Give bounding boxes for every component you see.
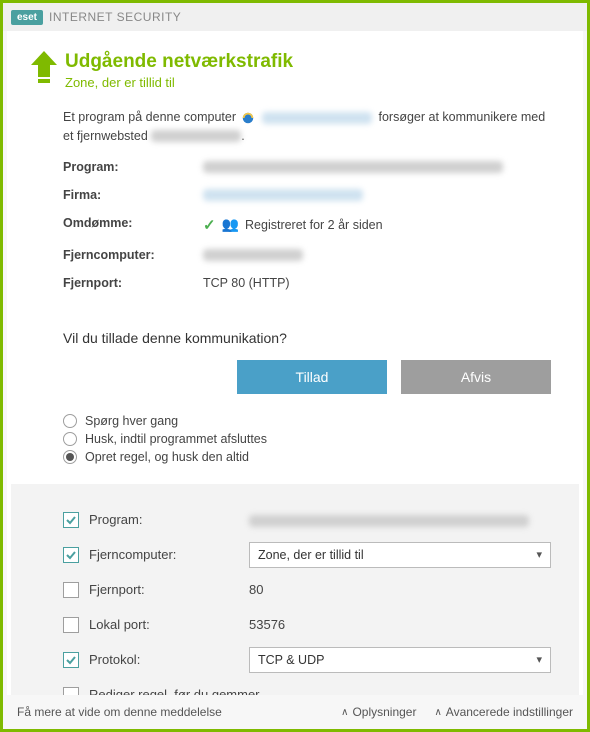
value-fjerncomputer-blurred xyxy=(203,249,303,261)
label-fjernport: Fjernport: xyxy=(63,276,203,290)
advanced-settings-toggle[interactable]: ∧ Avancerede indstillinger xyxy=(434,705,573,719)
value-program-blurred xyxy=(203,161,503,173)
rule-box: Program: Fjerncomputer: Zone, der er til… xyxy=(11,484,579,696)
row-omdomme: Omdømme: ✓ 👥 Registreret for 2 år siden xyxy=(63,216,551,234)
checkbox-fjerncomputer[interactable] xyxy=(63,547,79,563)
intro-pre: Et program på denne computer xyxy=(63,110,236,124)
radio-create-rule[interactable]: Opret regel, og husk den altid xyxy=(63,450,551,464)
select-fjerncomputer[interactable]: Zone, der er tillid til ▾ xyxy=(249,542,551,568)
titlebar: eset INTERNET SECURITY xyxy=(3,3,587,31)
row-fjerncomputer: Fjerncomputer: xyxy=(63,248,551,262)
radio-icon xyxy=(63,432,77,446)
rule-row-lokalport: Lokal port: 53576 xyxy=(63,612,551,638)
label-firma: Firma: xyxy=(63,188,203,202)
select-value: Zone, der er tillid til xyxy=(258,548,364,562)
radio-icon xyxy=(63,414,77,428)
rule-row-protokol: Protokol: TCP & UDP ▾ xyxy=(63,647,551,673)
dialog-subtitle: Zone, der er tillid til xyxy=(65,75,293,90)
rule-label: Lokal port: xyxy=(89,617,249,632)
rule-value: 53576 xyxy=(249,617,551,632)
program-name-blurred xyxy=(262,112,372,124)
checkbox-fjernport[interactable] xyxy=(63,582,79,598)
radio-label: Husk, indtil programmet afsluttes xyxy=(85,432,267,446)
rule-label: Fjerncomputer: xyxy=(89,547,249,562)
value-fjernport: TCP 80 (HTTP) xyxy=(203,276,551,290)
product-name: INTERNET SECURITY xyxy=(49,10,181,24)
rule-row-program: Program: xyxy=(63,507,551,533)
label-omdomme: Omdømme: xyxy=(63,216,203,234)
row-program: Program: xyxy=(63,160,551,174)
rule-row-fjerncomputer: Fjerncomputer: Zone, der er tillid til ▾ xyxy=(63,542,551,568)
checkbox-protokol[interactable] xyxy=(63,652,79,668)
deny-button[interactable]: Afvis xyxy=(401,360,551,394)
check-icon: ✓ xyxy=(203,216,216,234)
chevron-down-icon: ▾ xyxy=(536,653,542,666)
remember-options: Spørg hver gang Husk, indtil programmet … xyxy=(7,410,583,484)
advanced-label: Avancerede indstillinger xyxy=(446,705,573,719)
rule-label: Fjernport: xyxy=(89,582,249,597)
checkbox-lokalport[interactable] xyxy=(63,617,79,633)
select-value: TCP & UDP xyxy=(258,653,324,667)
remote-site-blurred xyxy=(151,130,241,142)
rule-value: 80 xyxy=(249,582,551,597)
select-protokol[interactable]: TCP & UDP ▾ xyxy=(249,647,551,673)
rule-row-fjernport: Fjernport: 80 xyxy=(63,577,551,603)
checkbox-edit-rule[interactable] xyxy=(63,687,79,696)
question-text: Vil du tillade denne kommunikation? xyxy=(7,312,583,360)
rule-label: Protokol: xyxy=(89,652,249,667)
rule-value-program-blurred xyxy=(249,515,529,527)
rule-row-edit: Rediger regel, før du gemmer xyxy=(63,682,551,696)
learn-more-link[interactable]: Få mere at vide om denne meddelelse xyxy=(17,705,222,719)
row-fjernport: Fjernport: TCP 80 (HTTP) xyxy=(63,276,551,290)
program-favicon xyxy=(240,111,256,125)
radio-icon xyxy=(63,450,77,464)
footer: Få mere at vide om denne meddelelse ∧ Op… xyxy=(3,695,587,729)
details-label: Oplysninger xyxy=(352,705,416,719)
outgoing-arrow-icon xyxy=(29,51,65,90)
intro-section: Et program på denne computer forsøger at… xyxy=(7,104,583,306)
radio-ask-every-time[interactable]: Spørg hver gang xyxy=(63,414,551,428)
radio-remember-until-exit[interactable]: Husk, indtil programmet afsluttes xyxy=(63,432,551,446)
dialog-header: Udgående netværkstrafik Zone, der er til… xyxy=(7,31,583,104)
rule-label: Rediger regel, før du gemmer xyxy=(89,687,260,695)
users-icon: 👥 xyxy=(222,216,239,233)
chevron-down-icon: ▾ xyxy=(536,548,542,561)
rule-label: Program: xyxy=(89,512,249,527)
label-program: Program: xyxy=(63,160,203,174)
chevron-up-icon: ∧ xyxy=(434,707,441,718)
intro-text: Et program på denne computer forsøger at… xyxy=(63,108,551,146)
allow-button[interactable]: Tillad xyxy=(237,360,387,394)
label-fjerncomputer: Fjerncomputer: xyxy=(63,248,203,262)
checkbox-program[interactable] xyxy=(63,512,79,528)
content: Udgående netværkstrafik Zone, der er til… xyxy=(7,31,583,695)
row-firma: Firma: xyxy=(63,188,551,202)
dialog-title: Udgående netværkstrafik xyxy=(65,51,293,73)
radio-label: Opret regel, og husk den altid xyxy=(85,450,249,464)
value-firma-blurred xyxy=(203,189,363,201)
details-toggle[interactable]: ∧ Oplysninger xyxy=(341,705,416,719)
chevron-up-icon: ∧ xyxy=(341,707,348,718)
button-row: Tillad Afvis xyxy=(7,360,583,410)
value-omdomme: Registreret for 2 år siden xyxy=(245,218,383,232)
radio-label: Spørg hver gang xyxy=(85,414,178,428)
brand-badge: eset xyxy=(11,10,43,25)
